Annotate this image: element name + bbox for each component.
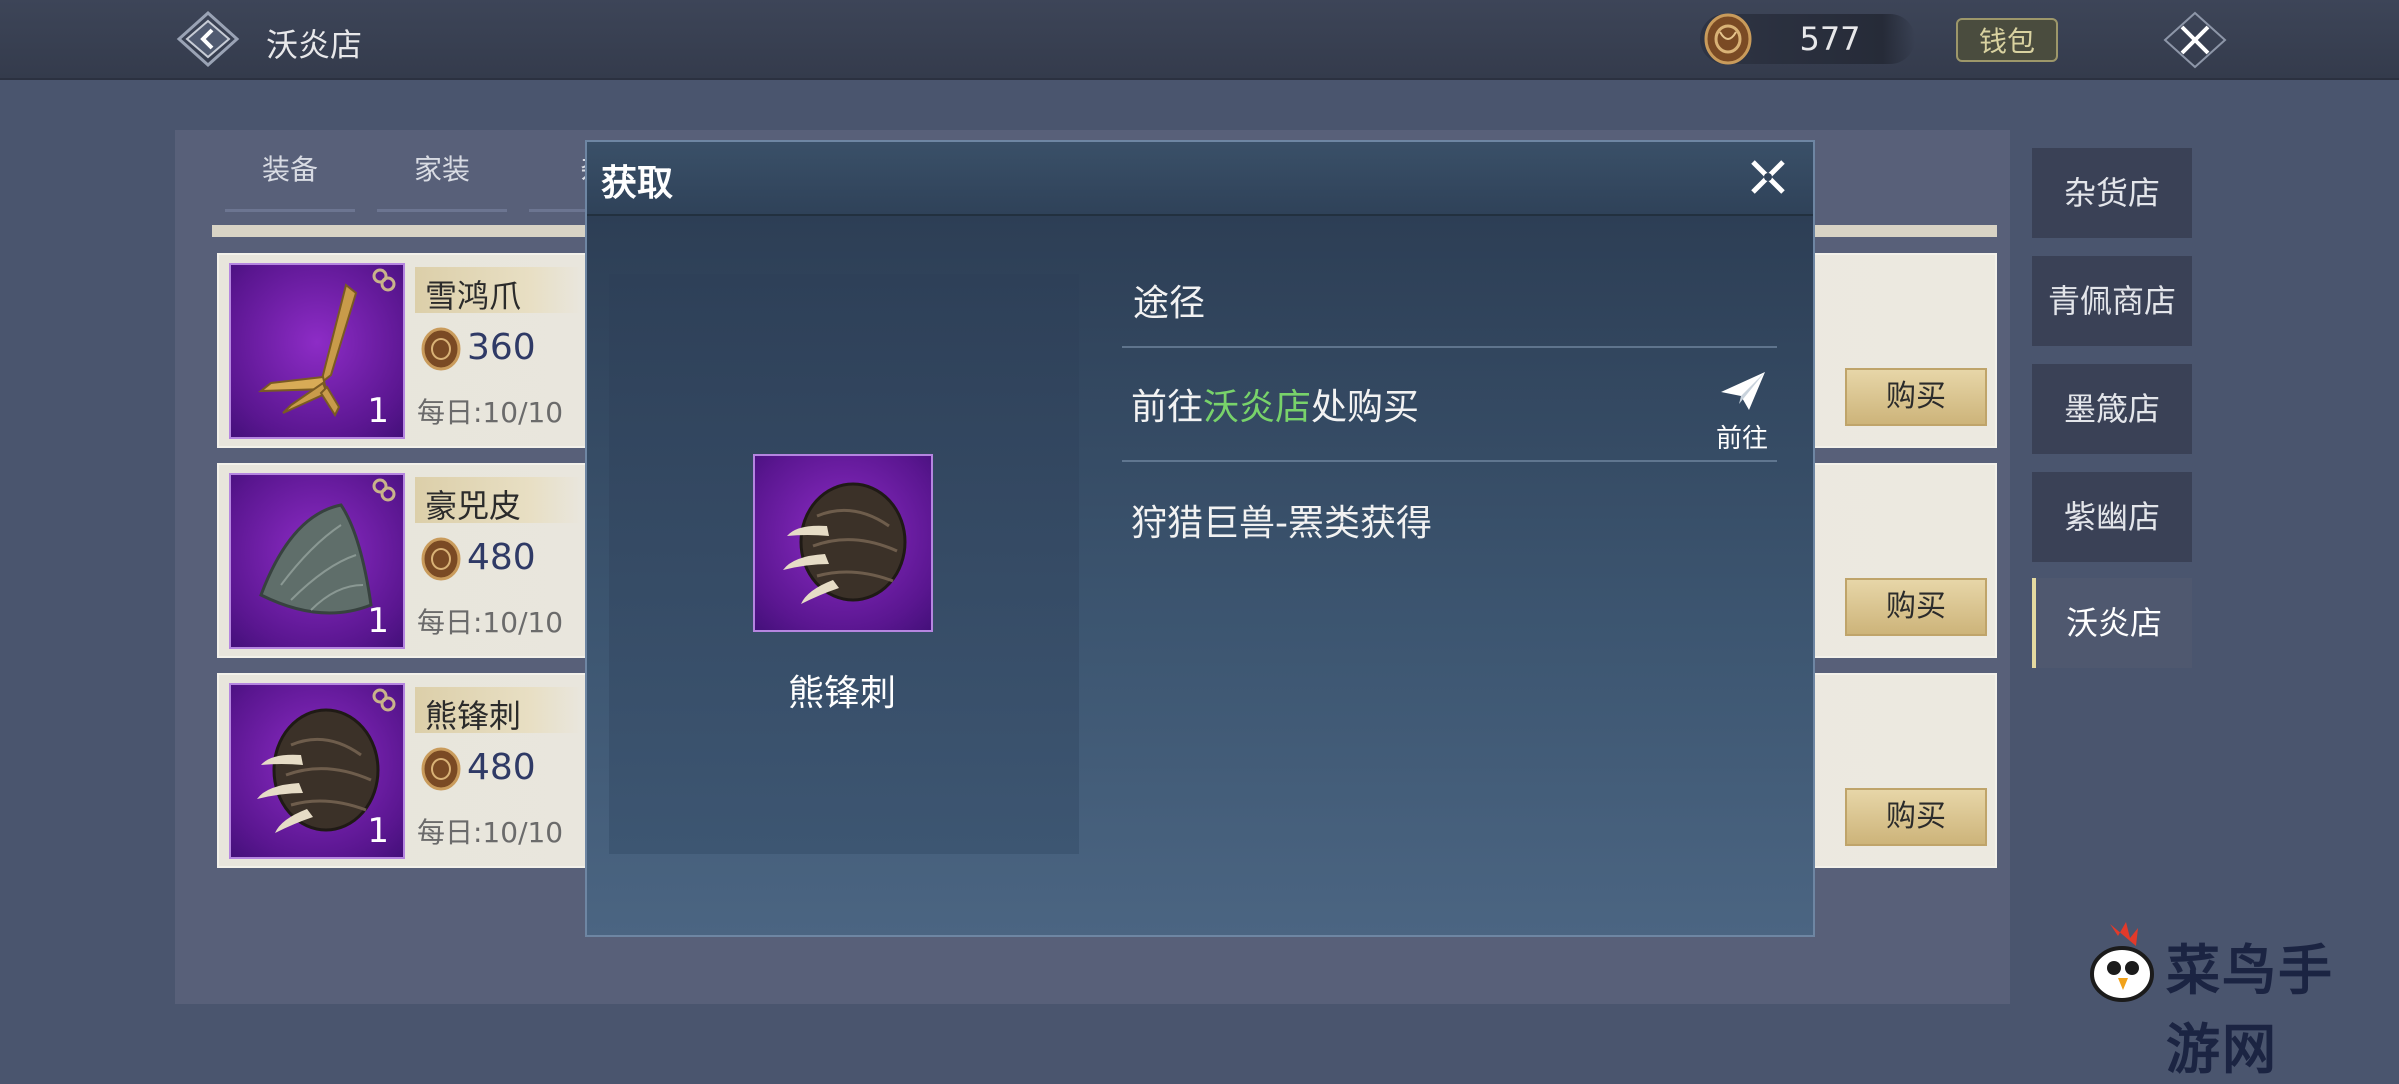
rooster-logo-icon (2090, 922, 2154, 1002)
bear-claw-item-icon (753, 454, 933, 632)
tab-furnishing[interactable]: 家装 (372, 148, 512, 212)
daily-limit: 每日:10/10 (417, 816, 564, 849)
paper-plane-icon (1721, 372, 1765, 410)
item-name-box: 雪鸿爪 (415, 267, 581, 315)
tab-underline (225, 209, 355, 212)
buy-button[interactable]: 购买 (1845, 788, 1987, 846)
route-prefix: 前往 (1131, 387, 1204, 428)
top-bar: 沃炎店 577 钱包 (0, 0, 2399, 80)
back-button[interactable] (176, 10, 240, 68)
watermark-text: 菜鸟手游网 (2166, 938, 2334, 1081)
dialog-header: 获取 (587, 142, 1813, 216)
item-quantity: 1 (367, 391, 389, 431)
wallet-button[interactable]: 钱包 (1956, 18, 2058, 62)
dialog-title: 获取 (601, 163, 674, 204)
item-price: 480 (467, 747, 536, 788)
item-name-box: 熊锋刺 (415, 687, 581, 735)
link-icon (371, 687, 397, 713)
claw-item-icon[interactable]: 1 (229, 263, 405, 439)
side-shop-mozhen[interactable]: 墨箴店 (2032, 364, 2192, 454)
preview-item-name: 熊锋刺 (787, 673, 896, 714)
buy-button[interactable]: 购买 (1845, 368, 1987, 426)
close-icon[interactable] (2162, 10, 2228, 70)
side-shop-qingpei[interactable]: 青佩商店 (2032, 256, 2192, 346)
divider (1122, 346, 1777, 348)
tab-label: 家装 (413, 153, 470, 186)
tab-label: 装备 (261, 153, 318, 186)
currency-amount: 577 (1799, 20, 1861, 58)
item-price: 360 (467, 327, 536, 368)
daily-limit: 每日:10/10 (417, 606, 564, 639)
goto-button[interactable]: 前往 (1709, 364, 1775, 454)
tab-equipment[interactable]: 装备 (220, 148, 360, 212)
watermark: 菜鸟手游网 (2080, 918, 2380, 1081)
item-quantity: 1 (367, 601, 389, 641)
daily-limit: 每日:10/10 (417, 396, 564, 429)
back-arrow-icon (176, 10, 240, 68)
close-icon[interactable] (1743, 152, 1793, 202)
coin-icon (419, 537, 463, 581)
coin-icon (1700, 12, 1756, 66)
coin-icon (419, 327, 463, 371)
routes-header: 途径 (1133, 283, 1206, 324)
buy-button[interactable]: 购买 (1845, 578, 1987, 636)
side-shop-grocery[interactable]: 杂货店 (2032, 148, 2192, 238)
item-quantity: 1 (367, 811, 389, 851)
bear-claw-item-icon[interactable]: 1 (229, 683, 405, 859)
side-shop-ziyou[interactable]: 紫幽店 (2032, 472, 2192, 562)
item-name: 熊锋刺 (425, 697, 522, 735)
link-icon (371, 267, 397, 293)
divider (1122, 460, 1777, 462)
route-buy-at-shop: 前往沃炎店处购买 (1131, 378, 1419, 430)
route-hunt: 狩猎巨兽-罴类获得 (1131, 503, 1432, 544)
tab-underline (377, 209, 507, 212)
side-shop-woyan[interactable]: 沃炎店 (2032, 578, 2192, 668)
item-name-box: 豪兕皮 (415, 477, 581, 525)
item-name: 豪兕皮 (425, 487, 522, 525)
item-price: 480 (467, 537, 536, 578)
route-suffix: 处购买 (1311, 387, 1420, 428)
route-shop-name: 沃炎店 (1203, 387, 1312, 428)
goto-label: 前往 (1715, 424, 1768, 454)
coin-icon (419, 747, 463, 791)
item-name: 雪鸿爪 (425, 277, 522, 315)
hide-item-icon[interactable]: 1 (229, 473, 405, 649)
acquire-dialog: 获取 熊锋刺 途径 前往沃炎店处购买 前往 狩猎巨兽-罴类获得 (585, 140, 1815, 937)
page-title: 沃炎店 (266, 26, 363, 64)
link-icon (371, 477, 397, 503)
